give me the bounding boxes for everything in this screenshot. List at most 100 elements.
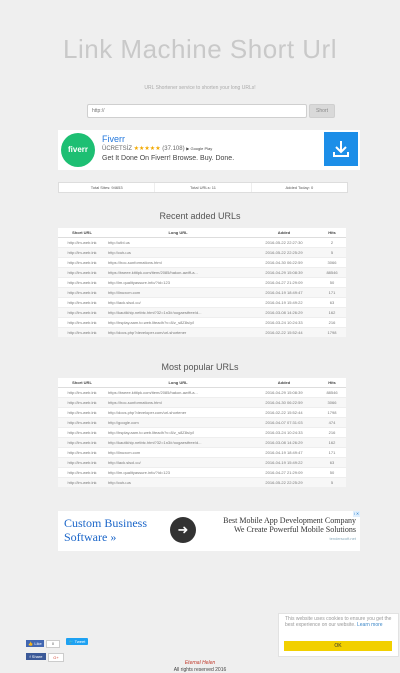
long-url-cell[interactable]: http://docs.php?developer.com/url-shorte… [106,407,250,418]
business-software-ad[interactable]: Custom Business Software » ➜ Best Mobile… [58,511,360,551]
hits-cell: 216 [318,317,346,328]
short-url-cell[interactable]: http://lm-web.lnk [58,457,106,468]
fb-share-button[interactable]: f Share [26,653,46,660]
ad2-line1: Best Mobile App Development Company [223,516,356,525]
col-long-url: Long URL [106,378,250,388]
like-count: 0 [46,640,60,648]
adchoices-icon[interactable]: i ✕ [353,511,360,517]
ad-rating-count: (37.108) [162,146,185,152]
short-url-cell[interactable]: http://lm-web.lnk [58,477,106,487]
short-url-cell[interactable]: http://lm-web.lnk [58,317,106,328]
added-cell: 2016-04-19 18:49:47 [250,447,318,458]
long-url-cell[interactable]: http://docs.php?developer.com/url-shorte… [106,327,250,337]
short-url-cell[interactable]: http://lm-web.lnk [58,327,106,337]
cookie-ok-button[interactable]: OK [284,641,392,651]
ad2-copy: Best Mobile App Development Company We C… [223,516,356,543]
hits-cell: 88546 [318,387,346,398]
long-url-cell[interactable]: http://kautikhip.netbtc.html?32=1n3/r/oo… [106,437,250,448]
short-url-cell[interactable]: http://lm-web.lnk [58,247,106,258]
hits-cell: 171 [318,287,346,298]
page-subtitle: URL Shortener service to shorten your lo… [144,85,256,91]
long-url-cell[interactable]: http://utbl.us [106,237,250,248]
added-cell: 2016-04-29 15:08:39 [250,267,318,278]
short-url-cell[interactable]: http://lm-web.lnk [58,447,106,458]
arrow-right-icon[interactable]: ➜ [170,517,196,543]
long-url-cell[interactable]: http://google.com [106,417,250,428]
short-url-cell[interactable]: http://lm-web.lnk [58,467,106,478]
hits-cell: 63 [318,297,346,308]
hits-cell: 50 [318,277,346,288]
long-url-cell[interactable]: https://hoc-sunformations.html [106,397,250,408]
col-added: Added [250,378,318,388]
hits-cell: 474 [318,417,346,428]
fiverr-ad[interactable]: fiverr Fiverr ÜCRETSİZ ★★★★★ (37.108) ▶ … [58,130,360,170]
long-url-cell[interactable]: http://hsplay.aam.to.web.liteadh?v=8/z_s… [106,427,250,438]
short-url-cell[interactable]: http://lm-web.lnk [58,237,106,248]
short-url-cell[interactable]: http://lm-web.lnk [58,287,106,298]
col-short-url: Short URL [58,228,106,238]
long-url-cell[interactable]: https://tweee.kittipk.com/item/2085/hako… [106,267,250,278]
short-url-cell[interactable]: http://lm-web.lnk [58,417,106,428]
download-button[interactable] [324,132,358,166]
hits-cell: 216 [318,427,346,438]
ad-app-name[interactable]: Fiverr [102,134,125,144]
long-url-cell[interactable]: http://cutu.us [106,477,250,487]
added-cell: 2016-03-24 10:24:33 [250,317,318,328]
long-url-cell[interactable]: http://linuxcm.com [106,287,250,298]
long-url-cell[interactable]: http://cutu.us [106,247,250,258]
table-row: http://lm-web.lnk http://utbl.us 2016-05-2… [58,237,346,248]
long-url-cell[interactable]: https://tweee.kittipk.com/item/2085/hako… [106,387,250,398]
learn-more-link[interactable]: Learn more [357,622,383,628]
table-row: http://lm-web.lnk http://lack.slsol.co/20… [58,457,346,468]
short-url-cell[interactable]: http://lm-web.lnk [58,407,106,418]
popular-table: Short URL Long URL Added Hits http://lm-… [58,378,346,487]
tweet-button[interactable]: 🐦 Tweet [66,638,88,645]
long-url-cell[interactable]: http://lm.qualityassure.info/?id=123 [106,277,250,288]
short-button[interactable]: Short [309,104,335,118]
hits-cell: 1798 [318,407,346,418]
long-url-cell[interactable]: http://hsplay.aam.to.web.liteadh?v=8/z_s… [106,317,250,328]
short-url-cell[interactable]: http://lm-web.lnk [58,297,106,308]
short-url-cell[interactable]: http://lm-web.lnk [58,267,106,278]
cookie-banner: This website uses cookies to ensure you … [278,613,399,657]
google-play-badge: ▶ Google Play [186,146,213,151]
table-row: http://lm-web.lnk http://docs.php?develop… [58,407,346,418]
col-short-url: Short URL [58,378,106,388]
ad2-url[interactable]: tenderscoft.net [223,534,356,543]
long-url-cell[interactable]: https://hoc-sunformations.html [106,257,250,268]
short-url-cell[interactable]: http://lm-web.lnk [58,437,106,448]
url-input[interactable] [87,104,307,118]
stat-total-urls: Total URLs: 11 [154,183,252,192]
short-url-cell[interactable]: http://lm-web.lnk [58,387,106,398]
short-url-cell[interactable]: http://lm-web.lnk [58,257,106,268]
ad2-headline[interactable]: Custom Business Software » [64,516,164,544]
table-row: http://lm-web.lnk http://lack.slsol.co/20… [58,297,346,308]
hits-cell: 5 [318,247,346,258]
footer-signature: Eternal Helen [184,660,216,666]
added-cell: 2016-04-30 06:22:59 [250,257,318,268]
added-cell: 2016-05-22 22:27:30 [250,237,318,248]
hits-cell: 63 [318,457,346,468]
added-cell: 2016-03-24 10:24:33 [250,427,318,438]
recent-table: Short URL Long URL Added Hits http://lm-… [58,228,346,337]
long-url-cell[interactable]: http://lm.qualityassure.info/?id=123 [106,467,250,478]
short-url-cell[interactable]: http://lm-web.lnk [58,427,106,438]
long-url-cell[interactable]: http://kautikhip.netbtc.html?32=1n3/r/oo… [106,307,250,318]
table-row: http://lm-web.lnk http://lm.qualityassure… [58,277,346,288]
added-cell: 2016-04-19 18:49:47 [250,287,318,298]
table-row: http://lm-web.lnk http://linuxcm.com 2016-… [58,447,346,458]
short-url-cell[interactable]: http://lm-web.lnk [58,307,106,318]
table-row: http://lm-web.lnk http://google.com 2016-0… [58,417,346,428]
long-url-cell[interactable]: http://lack.slsol.co/ [106,457,250,468]
fb-like-button[interactable]: 👍 Like [26,640,44,647]
short-url-cell[interactable]: http://lm-web.lnk [58,397,106,408]
long-url-cell[interactable]: http://lack.slsol.co/ [106,297,250,308]
hits-cell: 5 [318,477,346,487]
table-row: http://lm-web.lnk https://hoc-sunformatio… [58,397,346,408]
col-hits: Hits [318,378,346,388]
long-url-cell[interactable]: http://linuxcm.com [106,447,250,458]
table-row: http://lm-web.lnk http://hsplay.aam.to.we… [58,427,346,438]
added-cell: 2016-04-27 21:29:09 [250,277,318,288]
added-cell: 2016-04-07 07:31:03 [250,417,318,428]
short-url-cell[interactable]: http://lm-web.lnk [58,277,106,288]
